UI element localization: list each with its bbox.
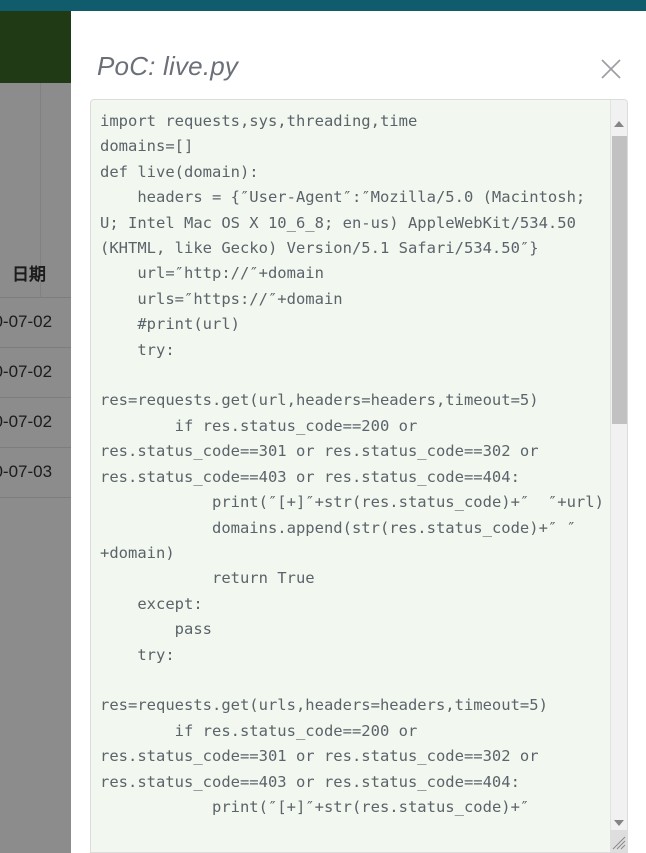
scrollbar-thumb[interactable] bbox=[612, 136, 627, 424]
site-topbar bbox=[0, 0, 646, 11]
scroll-down-icon[interactable] bbox=[611, 814, 627, 831]
poc-modal: PoC: live.py import requests,sys,threadi… bbox=[71, 11, 646, 853]
scroll-up-icon[interactable] bbox=[611, 115, 627, 132]
code-scrollbar[interactable] bbox=[610, 100, 627, 852]
code-panel[interactable]: import requests,sys,threading,time domai… bbox=[90, 99, 628, 853]
code-content[interactable]: import requests,sys,threading,time domai… bbox=[100, 109, 604, 820]
screen: 日期 20-07-02 20-07-02 20-07-02 20-07-03 bbox=[0, 0, 646, 853]
modal-title: PoC: live.py bbox=[97, 51, 239, 81]
modal-header: PoC: live.py bbox=[71, 11, 646, 97]
close-icon[interactable] bbox=[597, 55, 625, 83]
resize-grip-icon[interactable] bbox=[610, 830, 627, 852]
